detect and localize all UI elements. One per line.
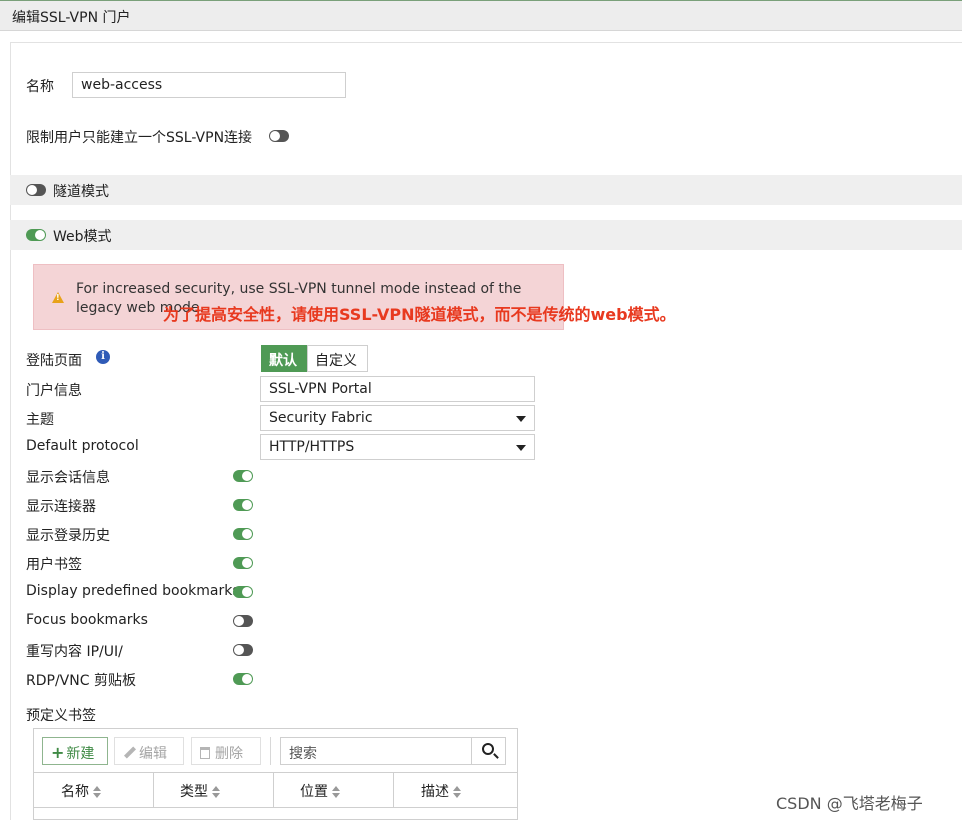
default-protocol-label: Default protocol xyxy=(26,438,139,454)
bookmark-search-input[interactable]: 搜索 xyxy=(280,737,506,765)
show-connector-label: 显示连接器 xyxy=(26,499,96,515)
limit-connection-label: 限制用户只能建立一个SSL-VPN连接 xyxy=(26,130,253,146)
watermark-text: CSDN @飞塔老梅子 xyxy=(776,794,923,813)
form-panel xyxy=(10,42,962,820)
pencil-icon xyxy=(123,747,135,759)
show-login-history-toggle[interactable] xyxy=(233,528,253,540)
predefined-bookmarks-title: 预定义书签 xyxy=(26,708,96,724)
delete-bookmark-button[interactable]: 删除 xyxy=(191,737,261,765)
default-protocol-select[interactable]: HTTP/HTTPS xyxy=(260,434,535,460)
edit-button-label: 编辑 xyxy=(139,746,167,762)
column-location-text: 位置 xyxy=(300,784,328,800)
delete-button-label: 删除 xyxy=(215,746,243,762)
info-icon[interactable]: i xyxy=(96,350,110,364)
toolbar-divider xyxy=(270,737,271,765)
column-header-description[interactable]: 描述 xyxy=(394,773,517,807)
chevron-down-icon xyxy=(516,416,526,422)
user-bookmarks-toggle[interactable] xyxy=(233,557,253,569)
show-session-info-label: 显示会话信息 xyxy=(26,470,110,486)
portal-message-input[interactable]: SSL-VPN Portal xyxy=(260,376,535,402)
portal-message-label: 门户信息 xyxy=(26,383,82,399)
sort-icon xyxy=(332,786,340,798)
limit-connection-toggle[interactable] xyxy=(269,130,289,142)
search-placeholder: 搜索 xyxy=(289,746,317,762)
theme-select[interactable]: Security Fabric xyxy=(260,405,535,431)
rewrite-content-toggle[interactable] xyxy=(233,644,253,656)
rewrite-content-label: 重写内容 IP/UI/ xyxy=(26,644,123,660)
focus-bookmarks-label: Focus bookmarks xyxy=(26,612,148,628)
user-bookmarks-label: 用户书签 xyxy=(26,557,82,573)
new-bookmark-button[interactable]: + 新建 xyxy=(42,737,108,765)
sort-icon xyxy=(453,786,461,798)
plus-icon: + xyxy=(51,743,65,762)
rdp-vnc-clipboard-toggle[interactable] xyxy=(233,673,253,685)
toggle-knob xyxy=(242,529,252,539)
toggle-knob xyxy=(234,616,244,626)
toggle-knob xyxy=(270,131,280,141)
search-icon xyxy=(482,743,494,755)
web-mode-toggle[interactable] xyxy=(26,229,46,241)
predefined-bookmarks-label: Display predefined bookmarks xyxy=(26,583,240,599)
web-mode-section xyxy=(10,220,962,250)
column-type-text: 类型 xyxy=(180,784,208,800)
show-login-history-label: 显示登录历史 xyxy=(26,528,110,544)
bookmarks-table: + 新建 编辑 删除 搜索 名称 类型 位置 描述 xyxy=(33,728,518,820)
login-page-default-button[interactable]: 默认 xyxy=(261,345,307,372)
toggle-knob xyxy=(242,674,252,684)
theme-label: 主题 xyxy=(26,412,54,428)
sort-icon xyxy=(93,786,101,798)
new-button-label: 新建 xyxy=(66,746,95,762)
tunnel-mode-toggle[interactable] xyxy=(26,184,46,196)
search-button[interactable] xyxy=(471,738,505,764)
toggle-knob xyxy=(35,230,45,240)
toggle-knob xyxy=(242,558,252,568)
toggle-knob xyxy=(242,587,252,597)
edit-bookmark-button[interactable]: 编辑 xyxy=(114,737,184,765)
toggle-knob xyxy=(242,471,252,481)
login-page-label: 登陆页面 xyxy=(26,353,82,369)
toggle-knob xyxy=(27,185,37,195)
sort-icon xyxy=(212,786,220,798)
column-header-type[interactable]: 类型 xyxy=(154,773,274,807)
web-mode-label: Web模式 xyxy=(53,229,112,245)
rdp-vnc-clipboard-label: RDP/VNC 剪贴板 xyxy=(26,673,136,689)
show-connector-toggle[interactable] xyxy=(233,499,253,511)
login-page-custom-button[interactable]: 自定义 xyxy=(307,345,368,372)
toggle-knob xyxy=(234,645,244,655)
warning-icon xyxy=(52,292,64,303)
annotation-text: 为了提高安全性，请使用SSL-VPN隧道模式，而不是传统的web模式。 xyxy=(163,305,676,324)
toggle-knob xyxy=(242,500,252,510)
table-header: 名称 类型 位置 描述 xyxy=(34,772,517,808)
name-input[interactable]: web-access xyxy=(72,72,346,98)
tunnel-mode-section xyxy=(10,175,962,205)
window-title: 编辑SSL-VPN 门户 xyxy=(12,10,131,26)
name-label: 名称 xyxy=(26,79,54,95)
chevron-down-icon xyxy=(516,445,526,451)
show-session-info-toggle[interactable] xyxy=(233,470,253,482)
theme-selected-value: Security Fabric xyxy=(269,410,373,426)
column-header-name[interactable]: 名称 xyxy=(34,773,154,807)
column-name-text: 名称 xyxy=(61,784,89,800)
predefined-bookmarks-toggle[interactable] xyxy=(233,586,253,598)
trash-icon xyxy=(200,747,210,759)
column-header-location[interactable]: 位置 xyxy=(274,773,394,807)
window-titlebar: 编辑SSL-VPN 门户 xyxy=(0,0,962,31)
protocol-selected-value: HTTP/HTTPS xyxy=(269,439,355,455)
tunnel-mode-label: 隧道模式 xyxy=(53,184,109,200)
focus-bookmarks-toggle[interactable] xyxy=(233,615,253,627)
column-description-text: 描述 xyxy=(421,784,449,800)
